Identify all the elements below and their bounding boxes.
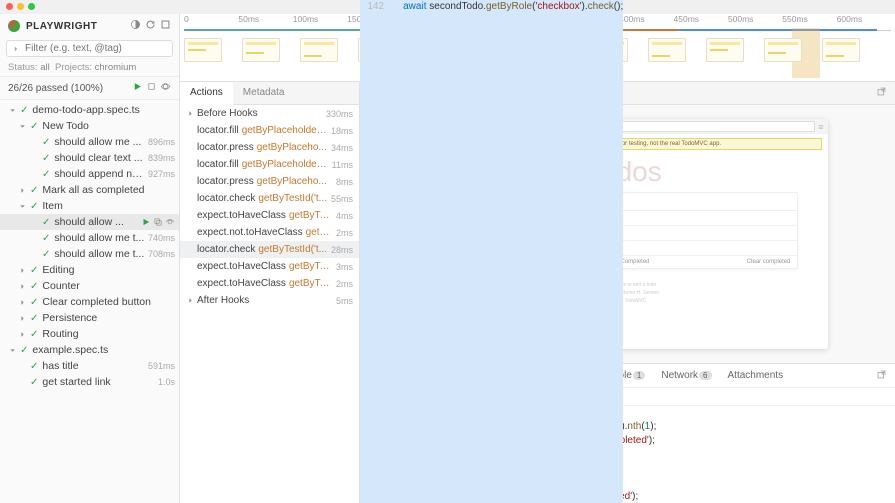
theme-toggle-icon[interactable] xyxy=(130,19,141,33)
reload-icon[interactable] xyxy=(145,19,156,33)
pass-count: 26/26 passed (100%) xyxy=(8,83,103,94)
tab-metadata[interactable]: Metadata xyxy=(233,82,295,104)
action-row[interactable]: locator.pressgetByPlaceho...34ms xyxy=(180,139,359,156)
tree-node[interactable]: ✓Mark all as completed xyxy=(0,182,179,198)
tree-node[interactable]: ✓Item xyxy=(0,198,179,214)
tree-node[interactable]: ✓Persistence xyxy=(0,310,179,326)
stop-icon[interactable] xyxy=(146,81,157,95)
window-controls[interactable] xyxy=(6,3,35,10)
filter-input-wrap[interactable] xyxy=(6,40,173,57)
tree-node[interactable]: ✓should append ne...927ms xyxy=(0,166,179,182)
test-tree[interactable]: ✓demo-todo-app.spec.ts✓New Todo✓should a… xyxy=(0,100,179,503)
action-row[interactable]: expect.toHaveClassgetByTe...4ms xyxy=(180,207,359,224)
actions-list[interactable]: Before Hooks330mslocator.fillgetByPlaceh… xyxy=(180,105,359,503)
open-external-icon[interactable] xyxy=(876,369,887,383)
source-code[interactable]: 139 // Check second item.140 const secon… xyxy=(360,406,895,503)
tree-node[interactable]: ✓should allow me t...740ms xyxy=(0,230,179,246)
action-row[interactable]: expect.toHaveClassgetByTe...3ms xyxy=(180,258,359,275)
run-all-icon[interactable] xyxy=(132,81,143,95)
brand-label: PLAYWRIGHT xyxy=(26,21,124,32)
action-row[interactable]: locator.checkgetByTestId('t...28ms xyxy=(180,241,359,258)
btab-network[interactable]: Network6 xyxy=(655,368,717,383)
sidebar: PLAYWRIGHT Status: all Projects: chromiu… xyxy=(0,14,180,503)
status-row: Status: all Projects: chromium xyxy=(0,59,179,76)
action-row[interactable]: locator.pressgetByPlaceho...8ms xyxy=(180,173,359,190)
tree-node[interactable]: ✓has title591ms xyxy=(0,358,179,374)
tree-node[interactable]: ✓example.spec.ts xyxy=(0,342,179,358)
action-row[interactable]: expect.toHaveClassgetByTe...2ms xyxy=(180,275,359,292)
filter-input[interactable] xyxy=(25,43,168,54)
tree-node[interactable]: ✓Counter xyxy=(0,278,179,294)
action-row[interactable]: After Hooks5ms xyxy=(180,292,359,309)
mock-menu-icon: ≡ xyxy=(818,122,823,132)
action-row[interactable]: locator.fillgetByPlaceholder(...11ms xyxy=(180,156,359,173)
tree-node[interactable]: ✓should allow me t...708ms xyxy=(0,246,179,262)
tree-node[interactable]: ✓should allow me ...896ms xyxy=(0,134,179,150)
settings-icon[interactable] xyxy=(160,19,171,33)
pass-summary: 26/26 passed (100%) xyxy=(0,76,179,100)
tree-node[interactable]: ✓demo-todo-app.spec.ts xyxy=(0,102,179,118)
actions-panel: Actions Metadata Before Hooks330mslocato… xyxy=(180,82,360,503)
tree-node[interactable]: ✓should clear text ...839ms xyxy=(0,150,179,166)
tree-node[interactable]: ✓New Todo xyxy=(0,118,179,134)
watch-icon[interactable] xyxy=(160,81,171,95)
popout-icon[interactable] xyxy=(876,86,887,100)
tree-node[interactable]: ✓should allow ... xyxy=(0,214,179,230)
action-row[interactable]: Before Hooks330ms xyxy=(180,105,359,122)
btab-attachments[interactable]: Attachments xyxy=(722,368,790,383)
tree-node[interactable]: ✓get started link1.0s xyxy=(0,374,179,390)
bottom-panel: Locator Source Call Log Errors Console1 … xyxy=(360,363,895,503)
chevron-right-icon xyxy=(11,44,21,54)
action-row[interactable]: locator.checkgetByTestId('t...55ms xyxy=(180,190,359,207)
action-row[interactable]: expect.not.toHaveClassgetB...2ms xyxy=(180,224,359,241)
tree-node[interactable]: ✓Routing xyxy=(0,326,179,342)
tree-node[interactable]: ✓Clear completed button xyxy=(0,294,179,310)
playwright-logo-icon xyxy=(8,20,20,32)
tree-node[interactable]: ✓Editing xyxy=(0,262,179,278)
action-row[interactable]: locator.fillgetByPlaceholder(...18ms xyxy=(180,122,359,139)
tab-actions[interactable]: Actions xyxy=(180,82,233,105)
